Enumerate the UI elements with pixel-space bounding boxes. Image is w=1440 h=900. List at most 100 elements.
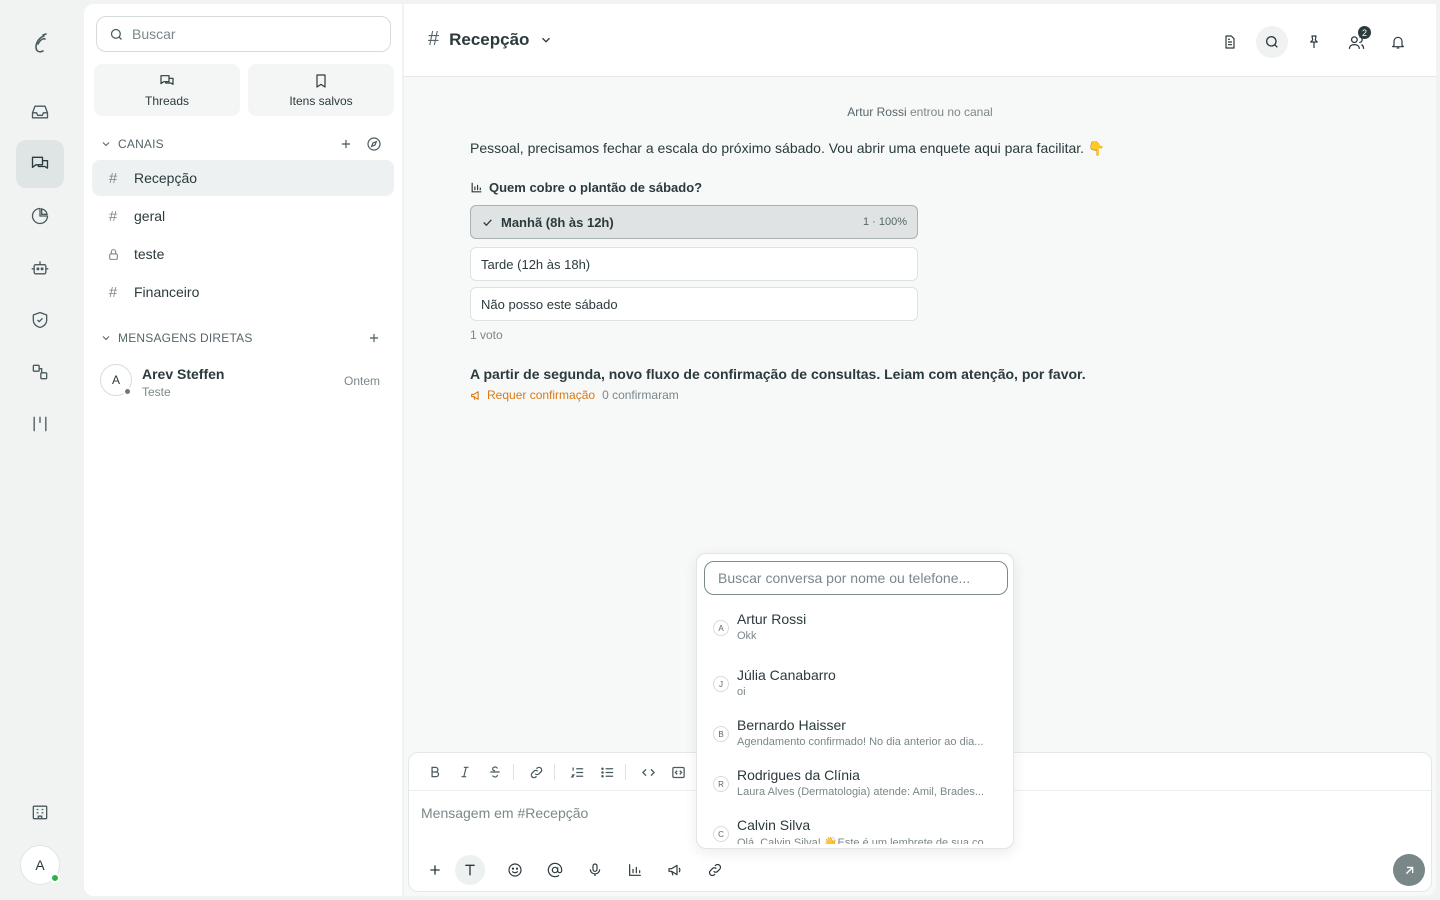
- text-format-icon[interactable]: [455, 855, 485, 885]
- sidebar-search-placeholder: Buscar: [132, 26, 176, 42]
- conversation-result-item[interactable]: C Calvin Silva Olá, Calvin Silva! 👋Este …: [697, 814, 1013, 844]
- code-icon[interactable]: [637, 762, 659, 782]
- channel-title: Recepção: [449, 29, 530, 49]
- bold-icon[interactable]: [424, 762, 446, 782]
- sidebar-channel-recepcao[interactable]: # Recepção: [92, 160, 394, 196]
- strikethrough-icon[interactable]: [484, 762, 506, 782]
- explore-channels-icon[interactable]: [364, 134, 384, 154]
- conversation-preview: Agendamento confirmado! No dia anterior …: [737, 736, 984, 748]
- poll-option-label: Não posso este sábado: [481, 296, 618, 312]
- channels-section-header[interactable]: CANAIS: [100, 134, 390, 154]
- hash-icon: #: [108, 169, 118, 187]
- dm-time: Ontem: [343, 374, 380, 388]
- emoji-icon[interactable]: [500, 855, 530, 885]
- shield-check-icon[interactable]: [16, 296, 64, 344]
- channel-name: geral: [134, 208, 166, 224]
- status-dot: [123, 387, 132, 396]
- avatar-initial: A: [111, 373, 120, 387]
- sidebar-channel-geral[interactable]: # geral: [92, 198, 394, 234]
- share-link-icon[interactable]: [700, 855, 730, 885]
- sidebar-channel-teste[interactable]: teste: [92, 236, 394, 272]
- members-badge: 2: [1358, 26, 1371, 39]
- hash-icon: #: [428, 28, 440, 50]
- conversation-result-item[interactable]: A Artur Rossi Okk: [697, 608, 1013, 648]
- chat-icon[interactable]: [16, 140, 64, 188]
- threads-label: Threads: [144, 93, 190, 108]
- integrations-icon[interactable]: [16, 348, 64, 396]
- poll-option-1[interactable]: Manhã (8h às 12h) 1 · 100%: [470, 205, 918, 239]
- conversation-result-item[interactable]: B Bernardo Haisser Agendamento confirmad…: [697, 714, 1013, 754]
- sidebar-channel-financeiro[interactable]: # Financeiro: [92, 274, 394, 310]
- poll-option-2[interactable]: Tarde (12h às 18h): [470, 247, 918, 281]
- chevron-down-icon: [542, 37, 551, 43]
- channel-title-button[interactable]: # Recepção: [428, 28, 553, 51]
- pie-chart-icon[interactable]: [16, 192, 64, 240]
- files-icon[interactable]: [1214, 26, 1246, 58]
- conversation-name: Rodrigues da Clínia: [737, 767, 860, 783]
- avatar: A: [100, 364, 132, 396]
- dm-section-label: MENSAGENS DIRETAS: [118, 331, 253, 345]
- require-confirmation-link[interactable]: Requer confirmação: [487, 388, 595, 402]
- conversation-result-item[interactable]: R Rodrigues da Clínia Laura Alves (Derma…: [697, 764, 1013, 804]
- conversation-name: Bernardo Haisser: [737, 717, 846, 733]
- conversation-search-input[interactable]: Buscar conversa por nome ou telefone...: [704, 561, 1008, 595]
- conversation-search-popup: Buscar conversa por nome ou telefone... …: [696, 553, 1014, 849]
- message-input[interactable]: Mensagem em #Recepção: [421, 805, 588, 821]
- bullet-list-icon[interactable]: [596, 762, 618, 782]
- conversation-result-item[interactable]: J Júlia Canabarro oi: [697, 664, 1013, 704]
- megaphone-icon: [471, 390, 479, 400]
- conversation-preview: Olá, Calvin Silva! 👋Este é um lembrete d…: [737, 837, 993, 844]
- conversation-name: Calvin Silva: [737, 817, 811, 833]
- channel-name: Financeiro: [134, 284, 200, 300]
- toolbar-divider: [625, 764, 626, 780]
- ordered-list-icon[interactable]: [566, 762, 588, 782]
- members-icon[interactable]: 2: [1340, 26, 1372, 58]
- system-message-user[interactable]: Artur Rossi: [847, 105, 906, 119]
- sidebar-search-input[interactable]: Buscar: [96, 16, 391, 52]
- bell-icon[interactable]: [1382, 26, 1414, 58]
- microphone-icon[interactable]: [580, 855, 610, 885]
- italic-icon[interactable]: [454, 762, 476, 782]
- poll-question-text: Quem cobre o plantão de sábado?: [489, 180, 703, 195]
- link-icon[interactable]: [525, 762, 547, 782]
- dm-item-arev-steffen[interactable]: A Arev Steffen Teste Ontem: [100, 364, 380, 399]
- send-button[interactable]: [1393, 854, 1425, 886]
- bot-icon[interactable]: [16, 244, 64, 292]
- poll-question: Quem cobre o plantão de sábado?: [470, 180, 702, 195]
- conversation-preview: Laura Alves (Dermatologia) atende: Amil,…: [737, 786, 985, 798]
- saved-items-button[interactable]: Itens salvos: [248, 64, 394, 116]
- channels-section-label: CANAIS: [118, 137, 164, 151]
- add-channel-icon[interactable]: [336, 134, 356, 154]
- chevron-down-icon: [102, 142, 110, 147]
- add-dm-icon[interactable]: [364, 328, 384, 348]
- avatar: B: [713, 726, 729, 742]
- code-block-icon[interactable]: [667, 762, 689, 782]
- poll-option-3[interactable]: Não posso este sábado: [470, 287, 918, 321]
- system-message-text: entrou no canal: [909, 105, 993, 119]
- megaphone-icon[interactable]: [660, 855, 690, 885]
- search-icon[interactable]: [1256, 26, 1288, 58]
- hash-icon: #: [108, 207, 118, 225]
- plus-icon[interactable]: [420, 855, 450, 885]
- kanban-icon[interactable]: [16, 400, 64, 448]
- poll-icon[interactable]: [620, 855, 650, 885]
- dm-section-header[interactable]: MENSAGENS DIRETAS: [100, 328, 390, 348]
- building-icon[interactable]: [16, 788, 64, 836]
- conversation-preview: oi: [737, 686, 746, 698]
- pin-icon[interactable]: [1298, 26, 1330, 58]
- poll-option-result: 1 · 100%: [862, 216, 907, 228]
- app-logo-icon[interactable]: [24, 28, 56, 60]
- saved-items-label: Itens salvos: [289, 93, 353, 108]
- hash-icon: #: [108, 283, 118, 301]
- mention-icon[interactable]: [540, 855, 570, 885]
- threads-button[interactable]: Threads: [94, 64, 240, 116]
- poll-vote-count: 1 voto: [470, 328, 503, 342]
- channel-name: teste: [134, 246, 165, 262]
- channel-name: Recepção: [134, 170, 198, 186]
- conversation-name: Artur Rossi: [737, 611, 807, 627]
- message-text: Pessoal, precisamos fechar a escala do p…: [470, 140, 1106, 156]
- user-avatar[interactable]: A: [20, 845, 60, 885]
- inbox-icon[interactable]: [16, 88, 64, 136]
- chevron-down-icon: [102, 336, 110, 341]
- user-avatar-initial: A: [35, 857, 45, 873]
